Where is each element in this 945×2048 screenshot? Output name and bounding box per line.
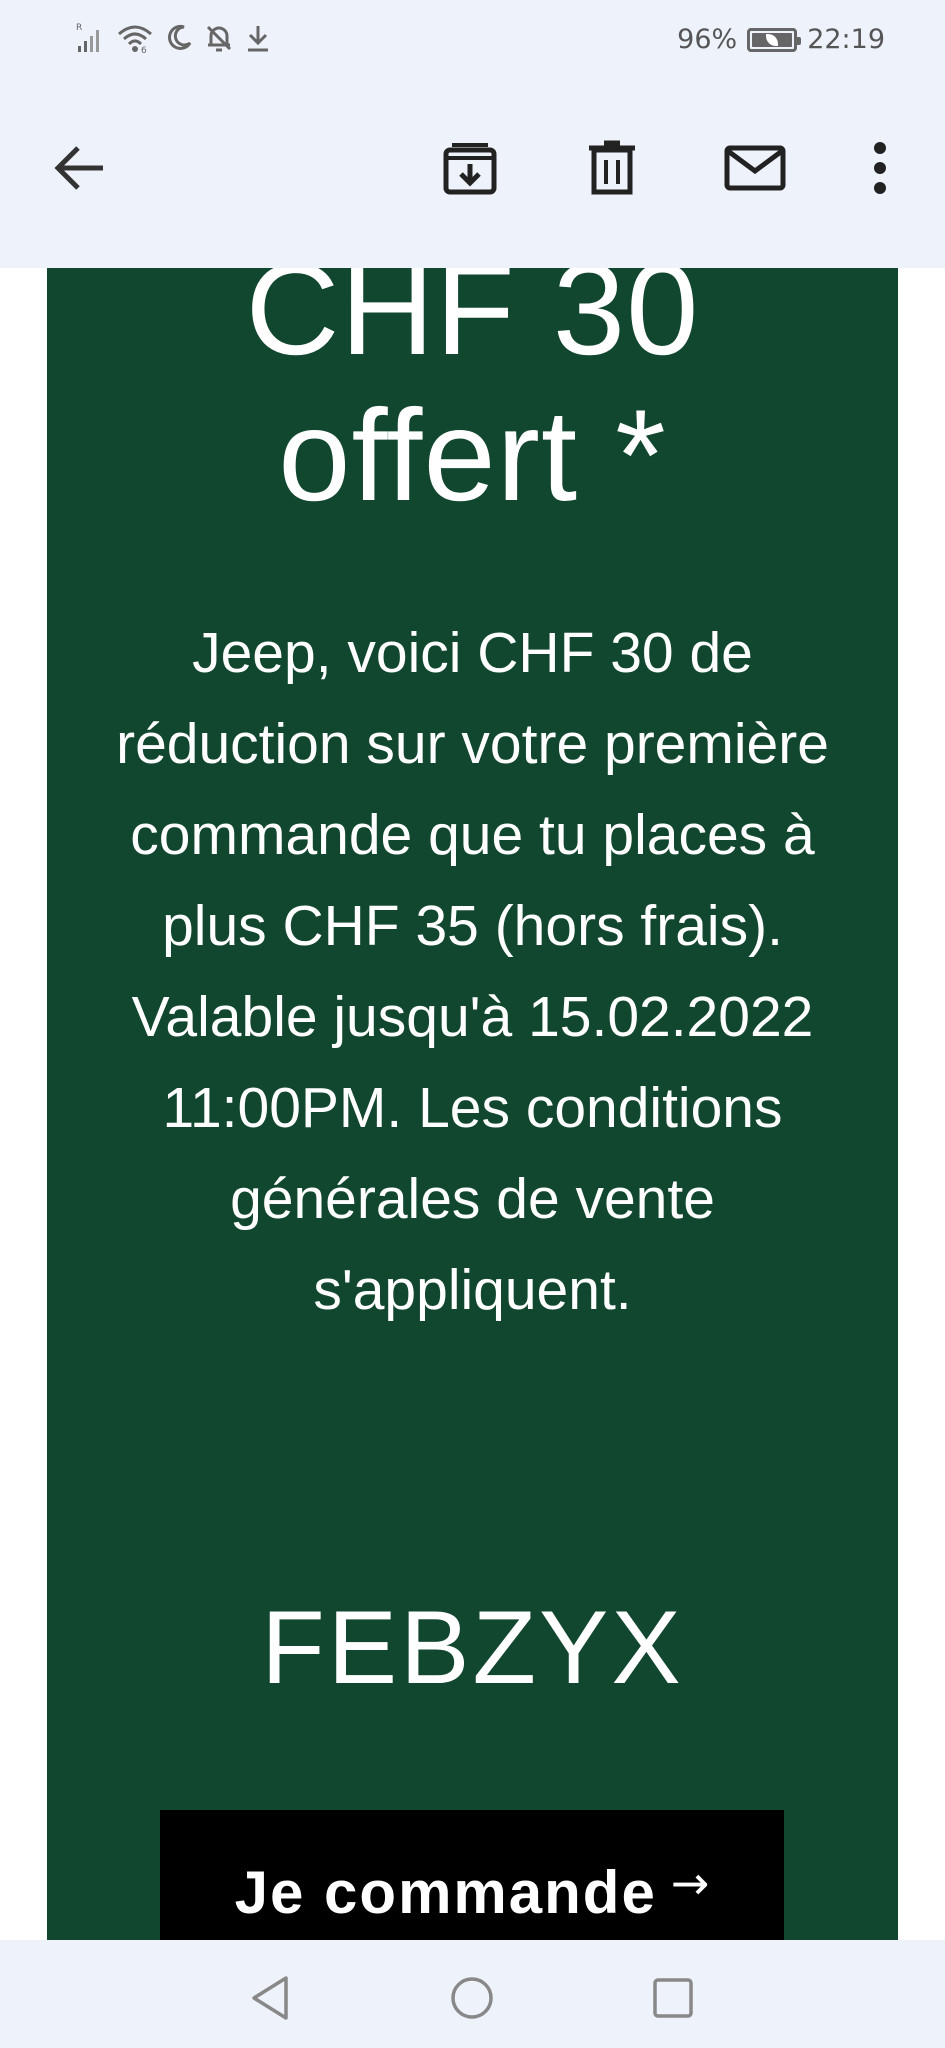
archive-button[interactable] [430,128,510,208]
email-body: CHF 30 offert * Jeep, voici CHF 30 de ré… [0,268,945,1940]
nav-recents-button[interactable] [643,1968,703,2028]
nav-back-button[interactable] [240,1968,300,2028]
order-button-label: Je commande [234,1859,657,1926]
status-bar: R 6 96% 22:19 [0,0,945,80]
nav-home-icon [451,1977,493,2019]
wifi-icon: 6 [118,25,152,53]
headline-offer: offert * [278,382,667,528]
clock: 22:19 [807,24,885,55]
arrow-right-icon: → [670,1856,710,1910]
nav-back-icon [252,1976,288,2020]
promo-code: FEBZYX [261,1590,684,1706]
trash-icon [589,140,635,195]
battery-percent: 96% [677,24,738,55]
navigation-bar [0,1940,945,2048]
nav-recents-icon [653,1978,693,2018]
promo-banner: CHF 30 offert * Jeep, voici CHF 30 de ré… [47,268,898,1940]
nav-home-button[interactable] [442,1968,502,2028]
headline-amount: CHF 30 [245,268,700,382]
status-right: 96% 22:19 [677,24,885,55]
back-button[interactable] [40,128,120,208]
delete-button[interactable] [572,128,652,208]
download-icon [248,26,268,52]
battery-icon [747,27,802,52]
promo-description: Jeep, voici CHF 30 de réduction sur votr… [116,621,829,1322]
svg-text:R: R [76,23,82,33]
promo-headline: CHF 30 offert * [47,268,898,528]
back-arrow-icon [54,146,103,190]
email-toolbar [0,80,945,268]
archive-icon [443,143,497,195]
order-button[interactable]: Je commande → [160,1810,784,1940]
mark-unread-button[interactable] [715,128,795,208]
more-options-button[interactable] [840,128,920,208]
mail-icon [724,145,786,191]
signal-icon: R [76,23,99,52]
bell-off-icon [206,25,232,52]
svg-text:6: 6 [141,46,147,53]
more-vertical-icon [874,142,886,194]
moon-icon [168,24,192,50]
status-icons: R 6 [76,22,272,54]
